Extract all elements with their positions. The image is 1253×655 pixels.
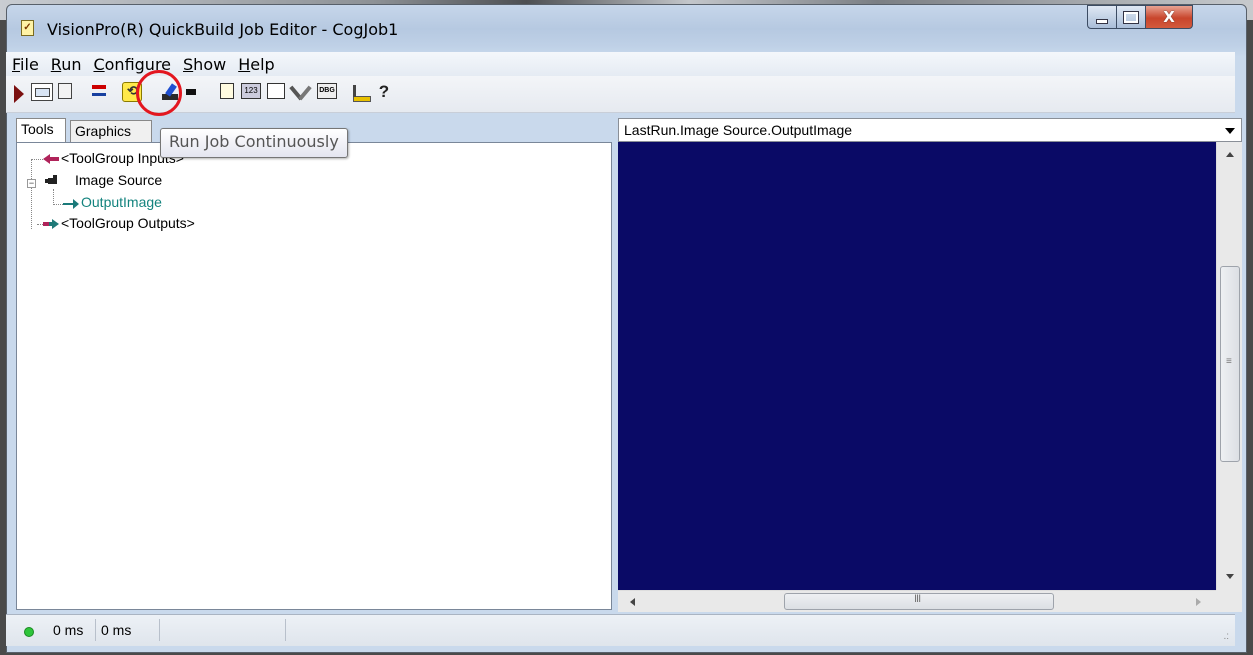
menu-file-accel: F xyxy=(12,54,21,74)
grip-icon: ≡ xyxy=(1226,356,1232,367)
image-display[interactable] xyxy=(618,142,1216,590)
maximize-icon xyxy=(1123,10,1139,24)
output-arrow-icon xyxy=(63,199,79,209)
image-source-selector[interactable]: LastRun.Image Source.OutputImage xyxy=(618,118,1242,142)
menu-show-accel: S xyxy=(183,54,194,74)
step-icon[interactable] xyxy=(31,83,53,101)
chevron-down-icon[interactable] xyxy=(1225,128,1235,134)
menu-run-rest: un xyxy=(61,54,82,74)
tree-connector xyxy=(53,204,63,205)
run-settings-icon[interactable] xyxy=(58,83,72,99)
scrollbar-corner xyxy=(1216,590,1242,612)
grid-icon[interactable] xyxy=(267,83,285,99)
menu-configure-accel: C xyxy=(93,54,105,74)
toolbar: ⟲ 123 DBG ? xyxy=(6,76,1235,113)
tool-tree-pane: − <ToolGroup Inputs> Image Source Output… xyxy=(16,142,612,610)
scroll-down-icon[interactable] xyxy=(1226,574,1234,579)
status-time-2: 0 ms xyxy=(96,619,160,641)
menu-run[interactable]: Run xyxy=(45,55,88,74)
tree-expander[interactable]: − xyxy=(27,179,36,188)
menu-help[interactable]: Help xyxy=(232,55,280,74)
tree-connector xyxy=(53,189,54,205)
debug-icon[interactable]: DBG xyxy=(317,83,337,99)
tree-connector xyxy=(31,159,43,160)
tree-item-outputs-label: <ToolGroup Outputs> xyxy=(61,215,195,231)
tree-item-image-source-label: Image Source xyxy=(75,172,163,188)
status-bar: 0 ms 0 ms .: xyxy=(6,614,1235,646)
camera-icon[interactable] xyxy=(186,89,196,95)
minimize-icon xyxy=(1096,18,1108,24)
menu-run-accel: R xyxy=(50,54,62,74)
maximize-button[interactable] xyxy=(1116,5,1146,29)
number-display-icon[interactable]: 123 xyxy=(241,83,261,99)
outputs-arrow-icon xyxy=(43,219,59,229)
status-cell-empty xyxy=(160,619,286,641)
camera-source-icon xyxy=(45,175,57,184)
ruler-icon[interactable] xyxy=(351,83,371,102)
menu-file[interactable]: File xyxy=(6,55,45,74)
minimize-button[interactable] xyxy=(1087,5,1117,29)
resize-grip-icon[interactable]: .: xyxy=(1223,631,1229,642)
window-title: VisionPro(R) QuickBuild Job Editor - Cog… xyxy=(47,20,399,39)
horizontal-scroll-thumb[interactable]: III xyxy=(784,593,1054,610)
status-indicator-icon xyxy=(24,627,34,637)
close-button[interactable]: X xyxy=(1145,5,1193,29)
menu-show-rest: how xyxy=(193,54,227,74)
scroll-right-icon[interactable] xyxy=(1196,598,1201,606)
close-icon: X xyxy=(1163,8,1175,26)
menu-bar: File Run Configure Show Help xyxy=(6,52,1235,76)
grip-icon: III xyxy=(914,593,921,605)
menu-help-accel: H xyxy=(238,54,251,74)
checklist-icon[interactable]: ✓ xyxy=(21,20,34,36)
tree-item-output-image-label: OutputImage xyxy=(81,194,162,210)
help-icon[interactable]: ? xyxy=(376,83,392,103)
status-time-1: 0 ms xyxy=(48,619,96,641)
scroll-up-icon[interactable] xyxy=(1226,152,1234,157)
menu-help-rest: elp xyxy=(250,54,275,74)
notes-icon[interactable] xyxy=(220,83,234,99)
red-import-icon[interactable] xyxy=(90,83,110,99)
scroll-left-icon[interactable] xyxy=(630,598,635,606)
tab-tools[interactable]: Tools xyxy=(16,118,66,142)
tools-icon[interactable] xyxy=(291,83,311,101)
vertical-scrollbar[interactable]: ≡ xyxy=(1216,142,1242,590)
image-source-selector-value: LastRun.Image Source.OutputImage xyxy=(624,122,853,138)
annotation-highlight-circle xyxy=(136,70,182,116)
title-bar[interactable]: ✓ VisionPro(R) QuickBuild Job Editor - C… xyxy=(7,5,1246,53)
menu-show[interactable]: Show xyxy=(177,55,232,74)
run-once-icon[interactable] xyxy=(14,85,24,103)
input-arrow-icon xyxy=(43,154,59,164)
vertical-scroll-thumb[interactable]: ≡ xyxy=(1220,266,1240,462)
tooltip: Run Job Continuously xyxy=(160,128,348,158)
tab-graphics[interactable]: Graphics xyxy=(70,120,152,142)
horizontal-scrollbar[interactable]: III xyxy=(618,590,1216,612)
tree-connector xyxy=(31,159,32,229)
menu-file-rest: ile xyxy=(20,54,39,74)
